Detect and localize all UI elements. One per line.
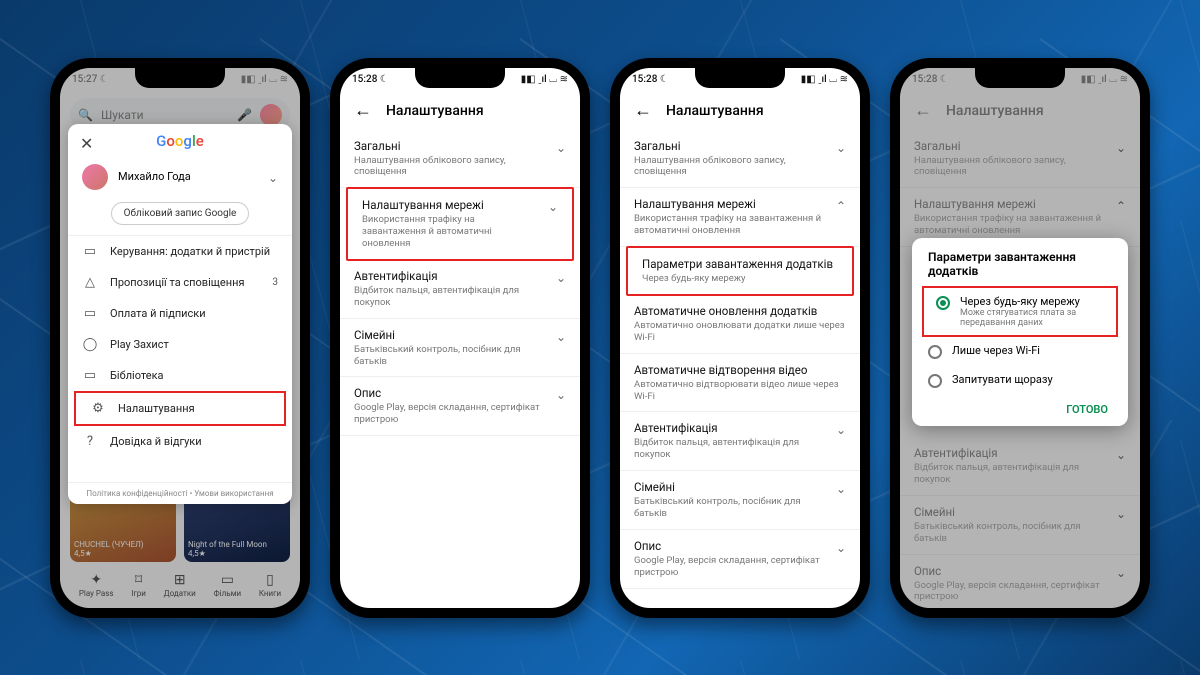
chevron-up-icon: ⌃ (836, 197, 846, 213)
done-button[interactable]: ГОТОВО (916, 395, 1124, 420)
profile-avatar (82, 164, 108, 190)
section-autoupdate[interactable]: Автоматичне оновлення додатківАвтоматичн… (620, 295, 860, 354)
phone-1: 15:27 ☾ ▮◧ ˍıl ⌴ ≋ 🔍 Шукати 🎤 ✕ Google М… (50, 58, 310, 618)
user-name: Михайло Года (118, 170, 258, 183)
back-icon[interactable]: ← (354, 102, 372, 120)
radio-on-icon (936, 296, 950, 310)
section-about[interactable]: ОписGoogle Play, версія складання, серти… (340, 377, 580, 436)
option-any-network[interactable]: Через будь-яку мережуМоже стягуватися пл… (924, 288, 1116, 335)
highlight-download: Параметри завантаження додатківЧерез буд… (626, 246, 854, 296)
chevron-down-icon: ⌄ (556, 269, 566, 285)
highlight-settings: ⚙Налаштування (74, 391, 286, 426)
chevron-down-icon: ⌄ (556, 328, 566, 344)
menu-notifications[interactable]: △Пропозиції та сповіщення3 (68, 267, 292, 298)
menu-library[interactable]: ▭Бібліотека (68, 360, 292, 391)
bell-icon: △ (82, 275, 98, 290)
google-logo: Google (68, 124, 292, 158)
section-auth[interactable]: АвтентифікаціяВідбиток пальця, автентифі… (340, 260, 580, 319)
section-general[interactable]: ЗагальніНалаштування облікового запису, … (620, 130, 860, 189)
radio-off-icon (928, 345, 942, 359)
highlight-option: Через будь-яку мережуМоже стягуватися пл… (922, 286, 1118, 337)
chevron-down-icon: ⌄ (836, 139, 846, 155)
section-download[interactable]: Параметри завантаження додатківЧерез буд… (628, 248, 852, 294)
section-network[interactable]: Налаштування мережіВикористання трафіку … (620, 188, 860, 247)
notch (695, 66, 785, 88)
page-title: Налаштування (666, 103, 764, 119)
folder-icon: ▭ (82, 368, 98, 383)
section-family[interactable]: СімейніБатьківський контроль, посібник д… (340, 319, 580, 378)
menu-payments[interactable]: ▭Оплата й підписки (68, 298, 292, 329)
screen-2: 15:28 ☾▮◧ ˍıl ⌴ ≋ ←Налаштування Загальні… (340, 68, 580, 608)
section-network[interactable]: Налаштування мережіВикористання трафіку … (348, 189, 572, 259)
section-autoplay[interactable]: Автоматичне відтворення відеоАвтоматично… (620, 354, 860, 413)
screen-1: 15:27 ☾ ▮◧ ˍıl ⌴ ≋ 🔍 Шукати 🎤 ✕ Google М… (60, 68, 300, 608)
phone-4: 15:28 ☾▮◧ ˍıl ⌴ ≋ ←Налаштування Загальні… (890, 58, 1150, 618)
chevron-down-icon: ⌄ (836, 480, 846, 496)
menu-help[interactable]: ?Довідка й відгуки (68, 426, 292, 457)
account-menu: ✕ Google Михайло Года ⌄ Обліковий запис … (68, 124, 292, 504)
section-general[interactable]: ЗагальніНалаштування облікового запису, … (340, 130, 580, 189)
option-ask-each-time[interactable]: Запитувати щоразу (916, 366, 1124, 395)
apps-icon: ▭ (82, 244, 98, 259)
notch (415, 66, 505, 88)
chevron-down-icon: ⌄ (556, 139, 566, 155)
chevron-down-icon: ⌄ (556, 386, 566, 402)
card-icon: ▭ (82, 306, 98, 321)
profile-row[interactable]: Михайло Года ⌄ (68, 158, 292, 196)
section-about[interactable]: ОписGoogle Play, версія складання, серти… (620, 530, 860, 589)
google-account-button[interactable]: Обліковий запис Google (111, 202, 250, 225)
download-dialog: Параметри завантаження додатків Через бу… (912, 238, 1128, 426)
menu-settings[interactable]: ⚙Налаштування (76, 393, 284, 424)
section-auth[interactable]: АвтентифікаціяВідбиток пальця, автентифі… (620, 412, 860, 471)
close-icon[interactable]: ✕ (80, 134, 93, 153)
gear-icon: ⚙ (90, 401, 106, 416)
shield-icon: ◯ (82, 337, 98, 352)
screen-3: 15:28 ☾▮◧ ˍıl ⌴ ≋ ←Налаштування Загальні… (620, 68, 860, 608)
settings-header: ← Налаштування (620, 92, 860, 130)
chevron-down-icon: ⌄ (836, 539, 846, 555)
phone-3: 15:28 ☾▮◧ ˍıl ⌴ ≋ ←Налаштування Загальні… (610, 58, 870, 618)
highlight-network: Налаштування мережіВикористання трафіку … (346, 187, 574, 261)
notch (975, 66, 1065, 88)
dialog-title: Параметри завантаження додатків (916, 250, 1124, 286)
settings-header: ← Налаштування (340, 92, 580, 130)
screen-4: 15:28 ☾▮◧ ˍıl ⌴ ≋ ←Налаштування Загальні… (900, 68, 1140, 608)
chevron-down-icon: ⌄ (268, 169, 278, 185)
phone-2: 15:28 ☾▮◧ ˍıl ⌴ ≋ ←Налаштування Загальні… (330, 58, 590, 618)
menu-apps[interactable]: ▭Керування: додатки й пристрій (68, 236, 292, 267)
option-wifi-only[interactable]: Лише через Wi-Fi (916, 337, 1124, 366)
page-title: Налаштування (386, 103, 484, 119)
back-icon[interactable]: ← (634, 102, 652, 120)
help-icon: ? (82, 434, 98, 449)
chevron-down-icon: ⌄ (548, 198, 558, 214)
section-family[interactable]: СімейніБатьківський контроль, посібник д… (620, 471, 860, 530)
menu-footer[interactable]: Політика конфіденційності • Умови викори… (68, 482, 292, 504)
notch (135, 66, 225, 88)
chevron-down-icon: ⌄ (836, 421, 846, 437)
radio-off-icon (928, 374, 942, 388)
menu-protect[interactable]: ◯Play Захист (68, 329, 292, 360)
